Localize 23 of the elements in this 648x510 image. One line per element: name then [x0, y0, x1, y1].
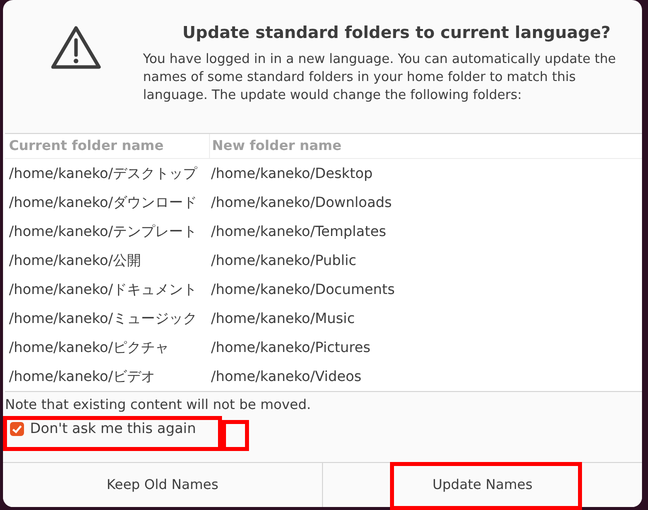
- table-cell-text: /home/kaneko/ビデオ: [8, 368, 156, 386]
- checkbox-label: Don't ask me this again: [30, 421, 196, 437]
- update-names-button[interactable]: Update Names: [322, 463, 642, 507]
- table-cell-text: /home/kaneko/ダウンロード: [8, 194, 198, 212]
- table-cell-text: /home/kaneko/Downloads: [210, 194, 392, 210]
- dialog-title: Update standard folders to current language?: [181, 23, 612, 42]
- table-cell-text: /home/kaneko/Videos: [210, 368, 362, 384]
- table-cell-text: /home/kaneko/ピクチャ: [8, 338, 170, 356]
- table-cell-text: /home/kaneko/Music: [210, 310, 355, 326]
- table-cell-text: /home/kaneko/Documents: [210, 282, 395, 298]
- table-cell-text: /home/kaneko/ミュージック: [8, 310, 198, 328]
- table-cell-text: /home/kaneko/Public: [210, 252, 356, 268]
- table-cell-text: /home/kaneko/デスクトップ: [8, 164, 198, 182]
- checkbox[interactable]: [10, 422, 24, 436]
- dialog-message: You have logged in in a new language. You can automatically update the names of some standard folders in your home folder to match this language. The update would change the following folders:: [143, 51, 617, 105]
- warning-icon: [50, 25, 102, 71]
- table-cell-text: /home/kaneko/公開: [8, 252, 142, 270]
- table-cell-text: /home/kaneko/Pictures: [210, 340, 370, 356]
- note-text: Note that existing content will not be moved.: [5, 397, 312, 413]
- table-cell-text: /home/kaneko/Templates: [210, 224, 386, 240]
- table-cell-text: /home/kaneko/ドキュメント: [8, 280, 198, 298]
- table-cell-text: /home/kaneko/Desktop: [210, 166, 373, 182]
- table-cell-text: /home/kaneko/テンプレート: [8, 222, 198, 240]
